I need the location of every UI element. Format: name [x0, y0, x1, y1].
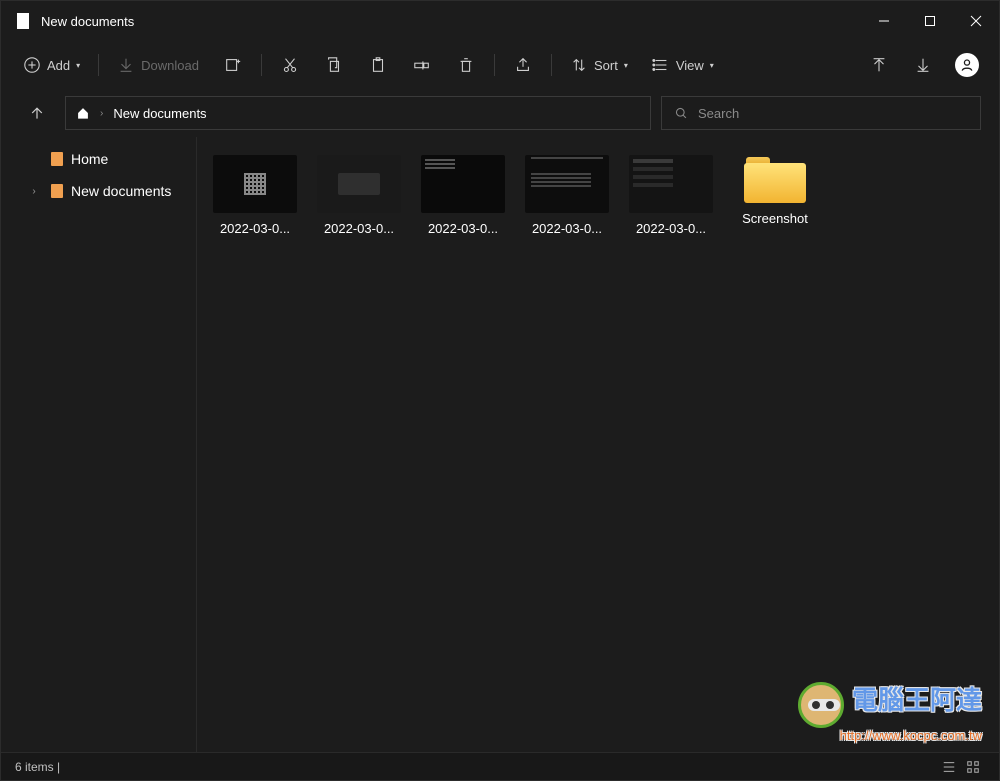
folder-icon [744, 155, 806, 203]
status-text: 6 items | [15, 760, 60, 774]
chevron-down-icon: ▾ [624, 61, 628, 70]
close-button[interactable] [953, 1, 999, 41]
thumbnail [525, 155, 609, 213]
file-item[interactable]: 2022-03-0... [619, 151, 723, 240]
add-button[interactable]: Add ▾ [13, 47, 90, 83]
file-item[interactable]: 2022-03-0... [307, 151, 411, 240]
download-button[interactable]: Download [107, 47, 209, 83]
folder-icon [51, 152, 63, 166]
file-item[interactable]: 2022-03-0... [411, 151, 515, 240]
file-label: 2022-03-0... [428, 221, 498, 236]
thumbnail [317, 155, 401, 213]
thumbnail [629, 155, 713, 213]
copy-button[interactable] [314, 47, 354, 83]
home-icon [76, 106, 90, 120]
breadcrumb-current: New documents [113, 106, 206, 121]
share-button[interactable] [503, 47, 543, 83]
nav-up-button[interactable] [19, 95, 55, 131]
app-icon [17, 13, 29, 29]
sort-button[interactable]: Sort ▾ [560, 47, 638, 83]
paste-button[interactable] [358, 47, 398, 83]
breadcrumb-separator-icon: › [100, 108, 103, 119]
cut-button[interactable] [270, 47, 310, 83]
file-label: 2022-03-0... [532, 221, 602, 236]
file-label: 2022-03-0... [220, 221, 290, 236]
status-bar: 6 items | [1, 752, 999, 780]
search-input[interactable] [698, 106, 968, 121]
delete-button[interactable] [446, 47, 486, 83]
nav-row: › New documents [1, 89, 999, 137]
view-label: View [676, 58, 704, 73]
view-button[interactable]: View ▾ [642, 47, 724, 83]
download-label: Download [141, 58, 199, 73]
new-pane-button[interactable] [213, 47, 253, 83]
search-box[interactable] [661, 96, 981, 130]
titlebar: New documents [1, 1, 999, 41]
file-label: Screenshot [742, 211, 808, 226]
add-label: Add [47, 58, 70, 73]
toolbar: Add ▾ Download [1, 41, 999, 89]
rename-button[interactable] [402, 47, 442, 83]
folder-icon [51, 184, 63, 198]
download-toolbar-button[interactable] [903, 47, 943, 83]
content-area: 2022-03-0... 2022-03-0... 2022-03-0... 2… [197, 137, 999, 752]
file-label: 2022-03-0... [636, 221, 706, 236]
thumbnail [213, 155, 297, 213]
sidebar-item-new-documents[interactable]: › New documents [1, 175, 196, 207]
folder-item[interactable]: Screenshot [723, 151, 827, 240]
account-button[interactable] [947, 47, 987, 83]
details-view-button[interactable] [937, 757, 961, 777]
maximize-button[interactable] [907, 1, 953, 41]
sidebar-item-label: New documents [71, 183, 171, 199]
avatar-icon [955, 53, 979, 77]
file-item[interactable]: 2022-03-0... [515, 151, 619, 240]
search-icon [674, 106, 688, 120]
chevron-down-icon: ▾ [710, 61, 714, 70]
thumbnail [421, 155, 505, 213]
expand-icon[interactable]: › [25, 186, 43, 197]
sidebar-item-home[interactable]: Home [1, 143, 196, 175]
minimize-button[interactable] [861, 1, 907, 41]
sort-label: Sort [594, 58, 618, 73]
window-title: New documents [41, 14, 134, 29]
file-label: 2022-03-0... [324, 221, 394, 236]
chevron-down-icon: ▾ [76, 61, 80, 70]
sidebar-item-label: Home [71, 151, 108, 167]
breadcrumb[interactable]: › New documents [65, 96, 651, 130]
file-item[interactable]: 2022-03-0... [203, 151, 307, 240]
sidebar: Home › New documents [1, 137, 197, 752]
grid-view-button[interactable] [961, 757, 985, 777]
upload-button[interactable] [859, 47, 899, 83]
